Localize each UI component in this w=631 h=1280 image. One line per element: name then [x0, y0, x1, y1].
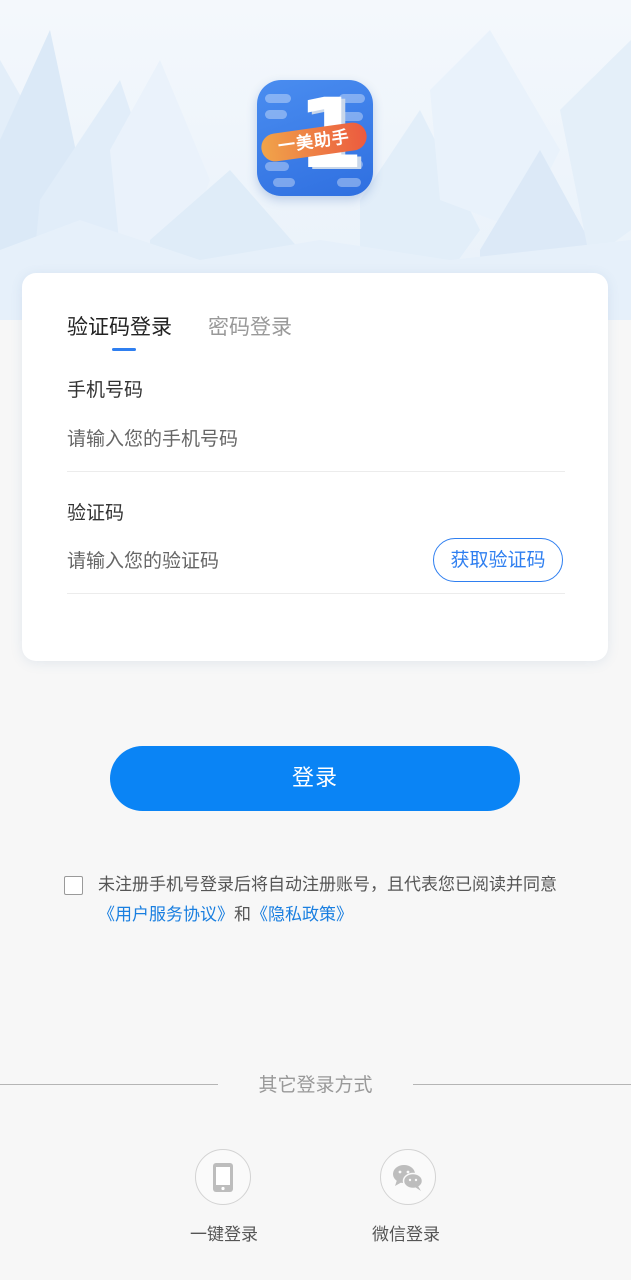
code-divider [67, 593, 565, 594]
phone-input[interactable] [67, 424, 417, 454]
wechat-icon [393, 1165, 424, 1191]
wechat-login-button[interactable] [380, 1149, 436, 1205]
login-card: 验证码登录 密码登录 手机号码 验证码 获取验证码 [22, 273, 608, 661]
get-code-button[interactable]: 获取验证码 [433, 538, 563, 582]
agreement-conjunction: 和 [234, 905, 251, 925]
one-click-login-label: 一键登录 [190, 1225, 258, 1245]
privacy-policy-link[interactable]: 《隐私政策》 [251, 905, 353, 925]
tab-code-login[interactable]: 验证码登录 [67, 313, 172, 341]
code-field-label: 验证码 [67, 502, 125, 524]
agreement-text-main: 未注册手机号登录后将自动注册账号，且代表您已阅读并同意 [98, 875, 557, 895]
tab-password-login[interactable]: 密码登录 [208, 313, 292, 341]
user-agreement-link[interactable]: 《用户服务协议》 [98, 905, 234, 925]
app-logo: 1 一美助手 [257, 80, 373, 196]
active-tab-indicator [112, 348, 136, 351]
phone-icon [213, 1163, 233, 1192]
one-click-login-button[interactable] [195, 1149, 251, 1205]
other-login-title: 其它登录方式 [258, 1074, 373, 1096]
phone-field-label: 手机号码 [67, 379, 144, 401]
wechat-login-label: 微信登录 [372, 1225, 440, 1245]
code-input[interactable] [67, 546, 417, 576]
agreement-checkbox[interactable] [64, 876, 83, 895]
agreement-text: 未注册手机号登录后将自动注册账号，且代表您已阅读并同意《用户服务协议》和《隐私政… [98, 870, 578, 930]
phone-divider [67, 471, 565, 472]
login-button[interactable]: 登录 [110, 746, 520, 811]
